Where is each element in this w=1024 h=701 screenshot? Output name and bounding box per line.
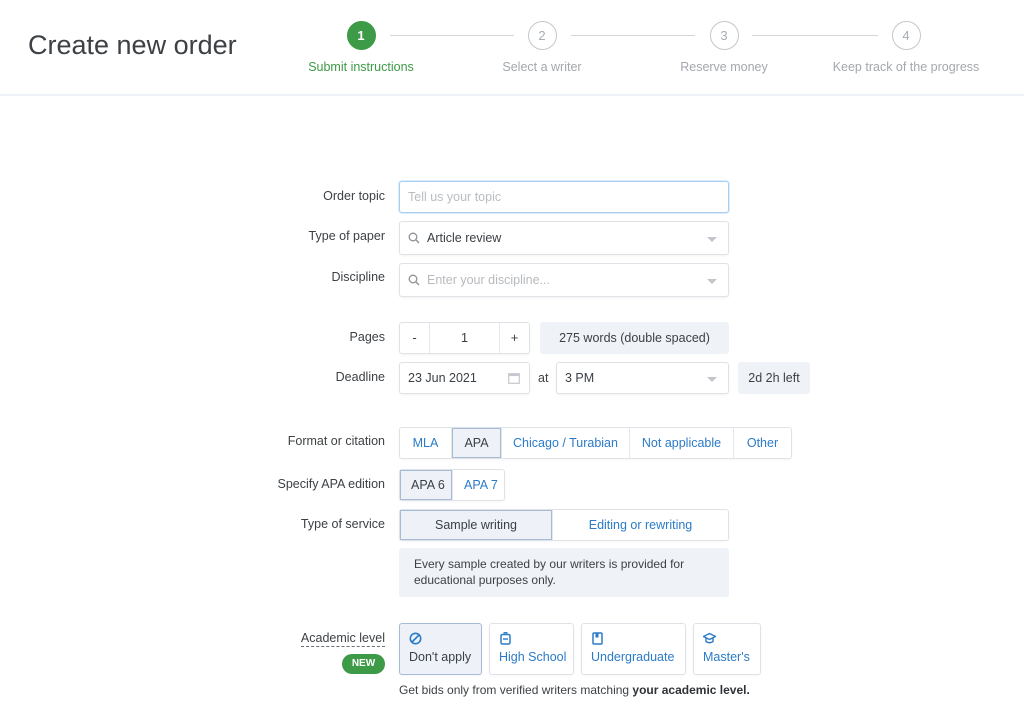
step-reserve-money: 3 Reserve money [634,21,814,74]
page-header: Create new order 1 Submit instructions 2… [0,0,1024,96]
academic-level-option-label: High School [499,650,567,664]
format-option-other[interactable]: Other [733,428,791,458]
step-submit-instructions: 1 Submit instructions [271,21,451,74]
step-track-progress: 4 Keep track of the progress [816,21,996,74]
step-number: 1 [346,21,376,50]
chevron-down-icon [707,279,717,284]
pages-value[interactable]: 1 [429,323,500,353]
new-badge: NEW [342,654,385,674]
order-topic-field[interactable] [399,181,729,213]
academic-level-option-undergraduate[interactable]: Undergraduate [581,623,686,675]
order-topic-label: Order topic [323,189,385,203]
chevron-down-icon [707,377,717,382]
search-icon [408,274,420,286]
order-topic-input[interactable] [400,182,728,212]
discipline-select[interactable]: Enter your discipline... [399,263,729,297]
words-info: 275 words (double spaced) [540,322,729,354]
graduation-cap-icon [703,632,716,644]
academic-level-option-label: Don't apply [409,650,472,664]
pages-increment-button[interactable]: + [500,323,529,353]
academic-level-hint: Get bids only from verified writers matc… [399,683,750,697]
academic-level-option-label: Undergraduate [591,650,675,664]
academic-level-label[interactable]: Academic level [300,631,385,647]
page-title: Create new order [28,30,237,60]
discipline-placeholder: Enter your discipline... [427,273,550,287]
service-option-sample-writing[interactable]: Sample writing [400,510,552,540]
format-option-mla[interactable]: MLA [400,428,451,458]
academic-level-option-high-school[interactable]: High School [489,623,574,675]
apa-edition-option-6[interactable]: APA 6 [400,470,452,500]
step-label: Keep track of the progress [832,60,980,74]
format-option-chicago[interactable]: Chicago / Turabian [501,428,629,458]
discipline-label: Discipline [331,270,386,284]
step-label: Select a writer [502,60,582,74]
backpack-icon [500,632,511,645]
time-left-badge: 2d 2h left [738,362,810,394]
format-label: Format or citation [287,434,385,448]
hint-text: Get bids only from verified writers matc… [399,683,633,697]
deadline-at-label: at [538,371,549,385]
ban-icon [409,632,422,645]
deadline-date-field[interactable]: 23 Jun 2021 [399,362,530,394]
step-number: 4 [891,21,921,50]
step-label: Submit instructions [308,60,414,74]
type-of-paper-select[interactable]: Article review [399,221,729,255]
apa-edition-options: APA 6 APA 7 [399,469,505,501]
academic-level-option-label: Master's [703,650,750,664]
format-option-apa[interactable]: APA [451,428,501,458]
format-options: MLA APA Chicago / Turabian Not applicabl… [399,427,792,459]
service-option-editing[interactable]: Editing or rewriting [552,510,728,540]
type-of-paper-value: Article review [427,231,502,245]
academic-level-option-dont-apply[interactable]: Don't apply [399,623,482,675]
service-label: Type of service [300,517,385,531]
pages-label: Pages [349,330,385,344]
step-label: Reserve money [680,60,768,74]
deadline-time-value: 3 PM [565,371,595,385]
book-icon [592,632,603,645]
pages-stepper: - 1 + [399,322,530,354]
deadline-date-value: 23 Jun 2021 [408,371,477,385]
calendar-icon[interactable] [508,372,520,384]
step-number: 2 [527,21,557,50]
deadline-time-select[interactable]: 3 PM [556,362,729,394]
search-icon [408,232,420,244]
pages-decrement-button[interactable]: - [400,323,429,353]
service-note: Every sample created by our writers is p… [399,548,729,597]
step-select-writer: 2 Select a writer [452,21,632,74]
academic-level-label-text[interactable]: Academic level [300,631,385,647]
step-number: 3 [709,21,739,50]
academic-level-option-masters[interactable]: Master's [693,623,761,675]
deadline-label: Deadline [335,370,385,384]
service-options: Sample writing Editing or rewriting [399,509,729,541]
chevron-down-icon [707,237,717,242]
hint-bold-text: your academic level. [632,683,750,697]
type-of-paper-label: Type of paper [308,229,385,243]
apa-edition-option-7[interactable]: APA 7 [452,470,504,500]
apa-edition-label: Specify APA edition [277,477,385,491]
format-option-not-applicable[interactable]: Not applicable [629,428,733,458]
